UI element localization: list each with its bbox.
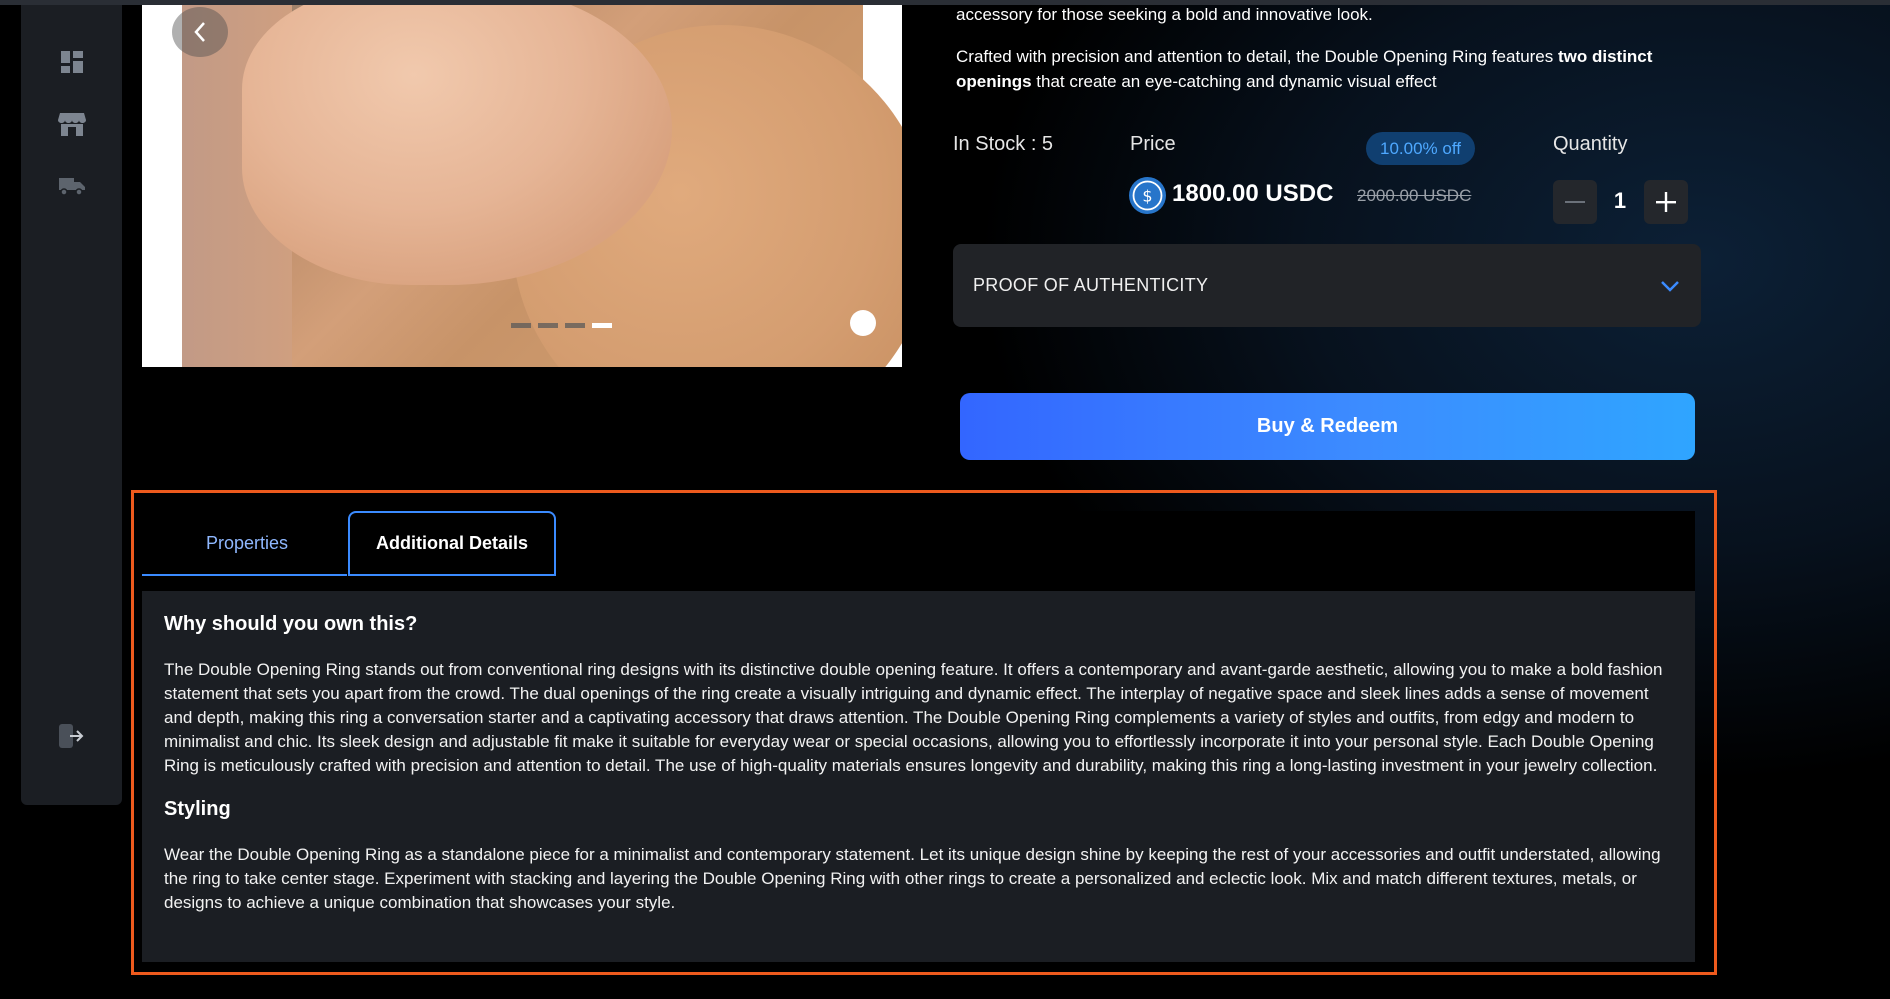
discount-badge: 10.00% off — [1366, 132, 1475, 165]
quantity-increase-button[interactable] — [1644, 180, 1688, 224]
styling-text: Wear the Double Opening Ring as a standa… — [164, 845, 1661, 912]
sidebar — [21, 5, 122, 805]
tab-properties[interactable]: Properties — [172, 511, 322, 576]
quantity-value: 1 — [1613, 188, 1627, 213]
price-label: Price — [1130, 133, 1176, 155]
carousel-handle[interactable] — [850, 310, 876, 336]
chevron-down-icon — [1661, 280, 1679, 292]
carousel-dot-active[interactable] — [592, 323, 612, 328]
product-image-carousel — [142, 5, 902, 367]
storefront-icon[interactable] — [57, 109, 87, 139]
minus-icon — [1565, 201, 1585, 203]
stock-count: In Stock : 5 — [953, 133, 1054, 155]
chevron-left-icon — [194, 22, 205, 42]
usdc-coin-icon: $ — [1129, 177, 1166, 214]
description-text-end: that create an eye-catching and dynamic … — [1031, 72, 1437, 91]
carousel-dot[interactable] — [538, 323, 558, 328]
why-own-heading: Why should you own this? — [164, 613, 418, 635]
carousel-prev-button[interactable] — [172, 7, 228, 57]
delivery-truck-icon[interactable] — [57, 171, 87, 201]
carousel-dots — [511, 323, 612, 328]
dashboard-icon[interactable] — [57, 47, 87, 77]
accordion-title: PROOF OF AUTHENTICITY — [973, 275, 1209, 295]
buy-and-redeem-button[interactable]: Buy & Redeem — [960, 393, 1695, 460]
details-tabs: Properties Additional Details — [142, 511, 1695, 591]
product-description: Crafted with precision and attention to … — [956, 44, 1686, 94]
price-current: 1800.00 USDC — [1172, 180, 1334, 207]
description-text-start: Crafted with precision and attention to … — [956, 47, 1558, 66]
why-own-text: The Double Opening Ring stands out from … — [164, 660, 1663, 775]
additional-details-panel: Why should you own this? The Double Open… — [142, 591, 1695, 962]
quantity-decrease-button[interactable] — [1553, 180, 1597, 224]
svg-text:$: $ — [1142, 187, 1152, 206]
proof-of-authenticity-accordion[interactable]: PROOF OF AUTHENTICITY — [953, 244, 1701, 327]
quantity-label: Quantity — [1553, 133, 1628, 155]
tab-additional-details[interactable]: Additional Details — [348, 511, 556, 576]
logout-icon[interactable] — [57, 721, 87, 751]
plus-icon — [1656, 192, 1676, 212]
carousel-dot[interactable] — [511, 323, 531, 328]
price-original: 2000.00 USDC — [1357, 186, 1472, 205]
carousel-dot[interactable] — [565, 323, 585, 328]
styling-heading: Styling — [164, 798, 231, 820]
product-description-line: accessory for those seeking a bold and i… — [956, 5, 1373, 24]
product-photo — [182, 5, 902, 367]
